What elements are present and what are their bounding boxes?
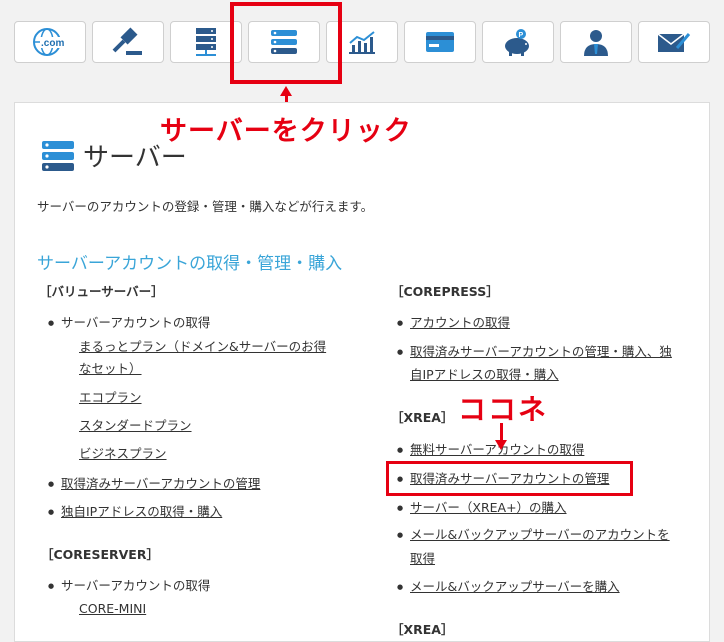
gavel-icon — [112, 27, 142, 55]
credit-card-icon — [426, 32, 454, 52]
mail-backup-account-link-cont[interactable]: 取得 — [410, 550, 435, 568]
mail-icon — [657, 33, 691, 52]
xrea-plus-link[interactable]: サーバー（XREA+）の購入 — [397, 499, 567, 517]
value-manage-link[interactable]: 取得済みサーバーアカウントの管理 — [48, 475, 260, 493]
globe-dotcom-icon: .com — [33, 28, 68, 56]
xrea-manage-highlight — [386, 461, 633, 496]
corepress-manage-link[interactable]: 取得済みサーバーアカウントの管理・購入、独 — [397, 343, 672, 361]
server-button-highlight — [230, 2, 342, 84]
chart-icon — [349, 31, 375, 54]
annotation-arrow-down — [495, 423, 507, 450]
page-description: サーバーのアカウントの登録・管理・購入などが行えます。 — [37, 199, 374, 214]
server-stack-icon — [196, 28, 216, 56]
mail-button[interactable] — [638, 21, 710, 63]
corepress-heading: ［COREPRESS］ — [391, 284, 499, 299]
user-icon — [584, 30, 608, 56]
corepress-manage-link-cont[interactable]: 自IPアドレスの取得・購入 — [410, 366, 559, 384]
eco-plan-link[interactable]: エコプラン — [79, 389, 142, 407]
core-mini-link[interactable]: CORE-MINI — [79, 600, 146, 618]
piggy-bank-icon: P — [505, 29, 529, 56]
auction-button[interactable] — [92, 21, 164, 63]
value-ip-link[interactable]: 独自IPアドレスの取得・購入 — [48, 503, 222, 521]
value-server-heading: ［バリューサーバー］ — [39, 284, 164, 299]
svg-text:P: P — [519, 32, 524, 39]
corepress-account-link[interactable]: アカウントの取得 — [397, 314, 510, 332]
standard-plan-link[interactable]: スタンダードプラン — [79, 417, 192, 435]
mail-backup-buy-link[interactable]: メール&バックアップサーバーを購入 — [397, 578, 620, 596]
maruto-plan-link[interactable]: まるっとプラン（ドメイン&サーバーのお得 — [79, 338, 326, 356]
mail-backup-account-link[interactable]: メール&バックアップサーバーのアカウントを — [397, 526, 670, 544]
svg-text:.com: .com — [41, 38, 64, 49]
section-title: サーバーアカウントの取得・管理・購入 — [37, 254, 343, 274]
maruto-plan-link-cont[interactable]: なセット） — [79, 360, 142, 378]
here-annotation: ココネ — [458, 393, 549, 426]
coreserver-heading: ［CORESERVER］ — [41, 547, 159, 562]
points-button[interactable]: P — [482, 21, 554, 63]
member-button[interactable] — [560, 21, 632, 63]
xrea-heading: ［XREA］ — [391, 410, 454, 425]
content-panel: サーバー サーバーのアカウントの登録・管理・購入などが行えます。 サーバーアカウ… — [14, 102, 710, 642]
business-plan-link[interactable]: ビジネスプラン — [79, 445, 167, 463]
next-heading: ［XREA］ — [391, 622, 454, 637]
click-server-annotation: サーバーをクリック — [160, 116, 412, 147]
server-icon — [42, 140, 74, 171]
list-item: サーバーアカウントの取得 — [48, 577, 210, 595]
top-toolbar: .com P — [0, 0, 724, 80]
payment-button[interactable] — [404, 21, 476, 63]
domain-button[interactable]: .com — [14, 21, 86, 63]
list-item: サーバーアカウントの取得 — [48, 314, 210, 332]
